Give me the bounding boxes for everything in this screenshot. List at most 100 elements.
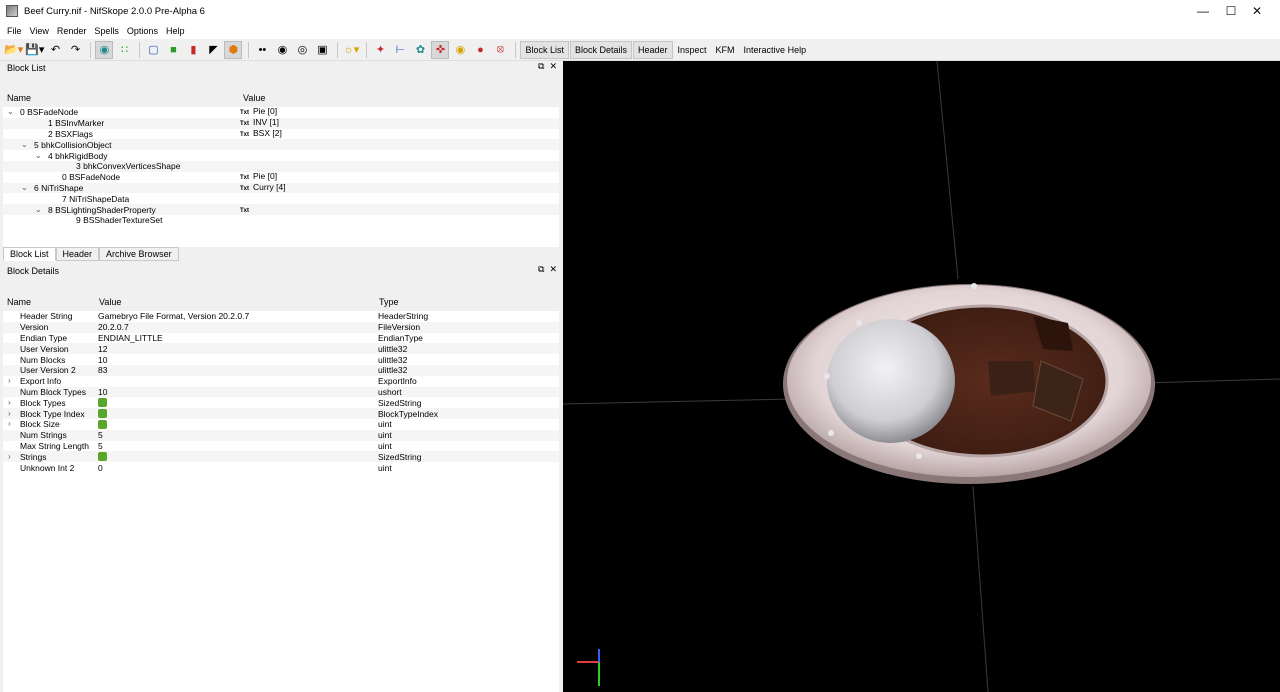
lightbulb-icon[interactable]: ☼▾: [342, 41, 360, 59]
tree-row[interactable]: 0 BSFadeNode Txt Pie [0]: [3, 171, 559, 183]
chevron-down-icon[interactable]: ⌄: [21, 140, 28, 150]
tree-row[interactable]: 3 bhkConvexVerticesShape: [3, 161, 559, 172]
marker-icon[interactable]: ••: [253, 41, 271, 59]
tree-row[interactable]: 1 BSInvMarker Txt INV [1]: [3, 117, 559, 129]
close-button[interactable]: ✕: [1234, 0, 1280, 22]
block-list-col-value[interactable]: Value: [243, 92, 265, 104]
table-row[interactable]: Header String Gamebryo File Format, Versi…: [3, 311, 559, 322]
block-details-table[interactable]: Header String Gamebryo File Format, Versi…: [3, 311, 559, 692]
block-details-col-value[interactable]: Value: [99, 296, 121, 308]
nodes-icon[interactable]: ∷: [115, 41, 133, 59]
block-name: 6 NiTriShape: [34, 182, 84, 193]
tab-header[interactable]: Header: [55, 247, 100, 261]
tree-row[interactable]: ⌄ 6 NiTriShape Txt Curry [4]: [3, 182, 559, 194]
menu-view[interactable]: View: [26, 26, 53, 36]
menu-file[interactable]: File: [3, 26, 26, 36]
toolbar-separator: [90, 41, 92, 58]
tree-row[interactable]: ⌄ 5 bhkCollisionObject: [3, 139, 559, 151]
book-icon[interactable]: ▮: [184, 41, 202, 59]
chevron-down-icon[interactable]: ⌄: [35, 205, 42, 215]
eye-alt-icon[interactable]: ◎: [293, 41, 311, 59]
tree-row[interactable]: 9 BSShaderTextureSet: [3, 215, 559, 226]
field-value-text: 12: [98, 343, 108, 354]
chevron-right-icon[interactable]: ›: [8, 419, 11, 429]
menu-render[interactable]: Render: [53, 26, 91, 36]
menu-help[interactable]: Help: [162, 26, 189, 36]
tab-archive-browser[interactable]: Archive Browser: [99, 247, 179, 261]
green-cube-icon[interactable]: ■: [164, 41, 182, 59]
bone-icon[interactable]: ✜: [431, 40, 450, 59]
hide-icon[interactable]: ⦻: [491, 41, 509, 59]
chevron-right-icon[interactable]: ›: [8, 409, 11, 419]
field-value: 5: [98, 441, 103, 451]
field-value-text: 0: [98, 462, 103, 473]
gold-circle-icon[interactable]: ◉: [451, 41, 469, 59]
chevron-right-icon[interactable]: ›: [8, 452, 11, 462]
toolbar-separator: [515, 41, 517, 58]
render-viewport[interactable]: [563, 61, 1280, 692]
location-pin-icon[interactable]: ●: [471, 41, 489, 59]
eye-icon[interactable]: ◉: [273, 41, 291, 59]
textured-cube-icon[interactable]: ⬢: [224, 40, 243, 59]
toolbar-tab-inspect[interactable]: Inspect: [674, 41, 711, 59]
tree-row[interactable]: 2 BSXFlags Txt BSX [2]: [3, 128, 559, 140]
table-row[interactable]: › Export Info ExportInfo: [3, 376, 559, 387]
table-row[interactable]: › Block Size uint: [3, 419, 559, 430]
chevron-right-icon[interactable]: ›: [8, 376, 11, 386]
bottom-tab-bar: Block List Header Archive Browser: [3, 247, 179, 261]
undo-icon[interactable]: ↶: [46, 41, 64, 59]
chevron-right-icon[interactable]: ›: [8, 398, 11, 408]
redo-icon[interactable]: ↷: [66, 41, 84, 59]
float-icon[interactable]: ⧉: [538, 264, 544, 275]
close-icon[interactable]: ✕: [549, 264, 557, 275]
pin-icon[interactable]: ✦: [371, 41, 389, 59]
globe-icon[interactable]: ◉: [95, 40, 114, 59]
frame-icon[interactable]: ▣: [313, 41, 331, 59]
txt-icon: Txt: [240, 185, 249, 192]
table-row[interactable]: Version 20.2.0.7 FileVersion: [3, 321, 559, 333]
flip-icon[interactable]: ◤: [204, 41, 222, 59]
table-row[interactable]: Num Blocks 10 ulittle32: [3, 354, 559, 365]
table-row[interactable]: Num Block Types 10 ushort: [3, 386, 559, 398]
block-list-tree[interactable]: ⌄ 0 BSFadeNode Txt Pie [0] 1 BSInvMarker Txt I…: [3, 106, 559, 247]
field-value-text: Gamebryo File Format, Version 20.2.0.7: [98, 311, 250, 322]
toolbar-tab-kfm[interactable]: KFM: [712, 41, 739, 59]
table-row[interactable]: Endian Type ENDIAN_LITTLE EndianType: [3, 333, 559, 344]
open-folder-icon[interactable]: 📂▾: [4, 41, 23, 59]
curry-plate-model: [783, 283, 1155, 484]
menu-spells[interactable]: Spells: [90, 26, 123, 36]
table-row[interactable]: Unknown Int 2 0 uint: [3, 462, 559, 473]
tree-row[interactable]: ⌄ 4 bhkRigidBody: [3, 150, 559, 161]
table-row[interactable]: User Version 2 83 ulittle32: [3, 365, 559, 376]
field-type: EndianType: [378, 332, 423, 343]
chevron-down-icon[interactable]: ⌄: [35, 151, 42, 161]
toolbar-tab-block-list[interactable]: Block List: [520, 40, 569, 59]
block-details-col-type[interactable]: Type: [379, 296, 399, 308]
close-icon[interactable]: ✕: [549, 61, 557, 72]
window-icon[interactable]: ▢: [144, 41, 162, 59]
tree-row[interactable]: ⌄ 0 BSFadeNode Txt Pie [0]: [3, 106, 559, 118]
table-row[interactable]: › Block Type Index BlockTypeIndex: [3, 408, 559, 419]
table-row[interactable]: User Version 12 ulittle32: [3, 343, 559, 355]
chevron-down-icon[interactable]: ⌄: [21, 183, 28, 193]
tree-row[interactable]: ⌄ 8 BSLightingShaderProperty Txt: [3, 204, 559, 215]
table-row[interactable]: › Block Types SizedString: [3, 397, 559, 408]
chevron-down-icon[interactable]: ⌄: [7, 107, 14, 117]
float-icon[interactable]: ⧉: [538, 61, 544, 72]
table-row[interactable]: Max String Length 5 uint: [3, 441, 559, 452]
block-list-col-name[interactable]: Name: [7, 92, 31, 104]
axes-icon[interactable]: ⊢: [391, 41, 409, 59]
toolbar-tab-block-details[interactable]: Block Details: [569, 40, 632, 59]
table-row[interactable]: › Strings SizedString: [3, 451, 559, 463]
save-icon[interactable]: 💾▾: [25, 41, 44, 59]
menu-options[interactable]: Options: [123, 26, 162, 36]
tree-row[interactable]: 7 NiTriShapeData: [3, 193, 559, 204]
tab-block-list[interactable]: Block List: [3, 247, 56, 261]
field-value: Gamebryo File Format, Version 20.2.0.7: [98, 311, 249, 321]
bones-icon[interactable]: ✿: [411, 41, 429, 59]
toolbar-tab-interactive-help[interactable]: Interactive Help: [740, 41, 811, 59]
toolbar-tab-header[interactable]: Header: [632, 40, 673, 59]
table-row[interactable]: Num Strings 5 uint: [3, 429, 559, 441]
block-details-col-name[interactable]: Name: [7, 296, 31, 308]
txt-icon: Txt: [240, 110, 249, 117]
